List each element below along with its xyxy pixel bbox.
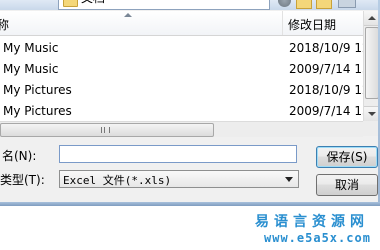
file-date: 2018/10/9 12:03 — [289, 41, 363, 55]
file-date: 2018/10/9 12:03 — [289, 83, 363, 97]
view-menu-icon[interactable] — [338, 0, 356, 8]
back-icon[interactable] — [278, 0, 291, 7]
filetype-value: Excel 文件(*.xls) — [63, 174, 172, 187]
file-name: My Music — [3, 41, 59, 55]
file-name: My Music — [3, 62, 59, 76]
column-header-name[interactable]: 称 — [0, 11, 283, 35]
folder-up-icon[interactable] — [296, 0, 312, 9]
vertical-scrollbar[interactable] — [363, 11, 379, 121]
list-item[interactable]: My Music 2018/10/9 12:03 — [0, 38, 363, 59]
scroll-down-icon[interactable] — [364, 106, 379, 121]
list-header: 称 修改日期 — [0, 11, 363, 36]
file-name: My Pictures — [3, 104, 72, 118]
watermark-url: www.e5a5x.com — [264, 231, 371, 245]
column-header-date[interactable]: 修改日期 — [283, 11, 363, 35]
list-item[interactable]: My Music 2009/7/14 13:08 — [0, 59, 363, 80]
sort-up-icon — [124, 13, 132, 17]
filetype-label: 类型(T): — [0, 173, 45, 187]
cancel-button[interactable]: 取消 — [316, 174, 378, 196]
filename-input[interactable] — [59, 145, 297, 163]
column-name-label: 称 — [0, 16, 9, 33]
filetype-select[interactable]: Excel 文件(*.xls) — [59, 170, 299, 188]
watermark-title: 易语言资源网 — [255, 214, 369, 230]
file-date: 2009/7/14 13:08 — [289, 104, 363, 118]
filename-label: 名(N): — [2, 149, 37, 163]
toolbar: 文档 — [0, 0, 378, 10]
file-rows: My Music 2018/10/9 12:03 My Music 2009/7… — [0, 38, 363, 122]
scroll-corner — [363, 121, 378, 136]
chevron-down-icon — [285, 177, 293, 182]
folder-icon — [63, 0, 78, 7]
grip-icon — [101, 127, 110, 133]
file-name: My Pictures — [3, 83, 72, 97]
scroll-up-icon[interactable] — [364, 11, 379, 26]
column-date-label: 修改日期 — [288, 18, 337, 32]
horizontal-scroll-thumb[interactable] — [0, 123, 214, 137]
list-item[interactable]: My Pictures 2009/7/14 13:08 — [0, 101, 363, 122]
address-text: 文档 — [81, 0, 105, 5]
vertical-scroll-thumb[interactable] — [365, 27, 379, 99]
address-bar[interactable]: 文档 — [58, 0, 270, 10]
list-item[interactable]: My Pictures 2018/10/9 12:03 — [0, 80, 363, 101]
file-list: 称 修改日期 My Music 2018/10/9 12:03 My Music… — [0, 11, 363, 137]
file-date: 2009/7/14 13:08 — [289, 62, 363, 76]
save-dialog: 文档 称 修改日期 My Music 2018/10/9 12:03 My Mu… — [0, 0, 380, 206]
horizontal-scrollbar[interactable] — [0, 121, 363, 137]
new-folder-icon[interactable] — [316, 0, 332, 9]
save-button[interactable]: 保存(S) — [316, 146, 378, 168]
window-border-bottom — [0, 202, 380, 206]
